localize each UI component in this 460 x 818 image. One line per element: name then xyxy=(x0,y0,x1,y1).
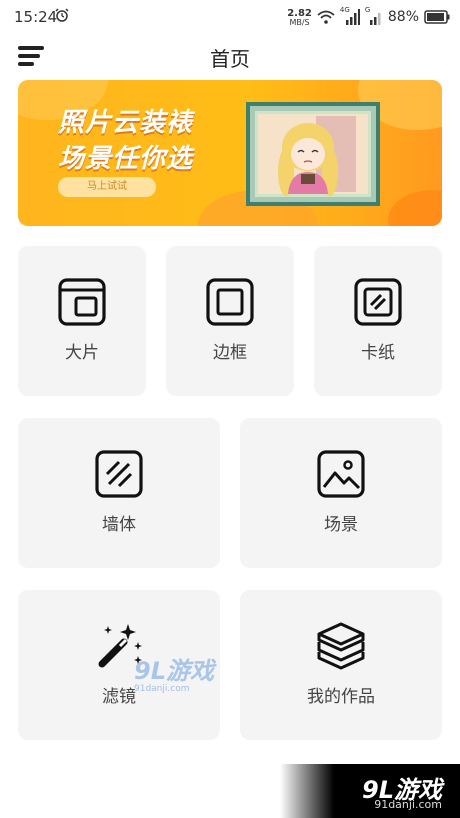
alarm-icon xyxy=(55,8,69,22)
battery-icon xyxy=(424,10,450,24)
page-title: 首页 xyxy=(210,47,250,71)
banner-cta-button[interactable]: 马上试试 xyxy=(58,177,156,197)
banner-headline-1: 照片云装裱 xyxy=(58,108,194,138)
promo-banner[interactable]: 照片云装裱 场景任你选 马上试试 xyxy=(18,80,442,226)
watermark-corner: 9L游戏 91danji.com xyxy=(280,764,460,818)
scene-image-icon xyxy=(317,450,365,498)
feature-label-border: 边框 xyxy=(213,343,247,363)
feature-label-myworks: 我的作品 xyxy=(307,687,375,707)
card-paper-icon xyxy=(354,278,402,326)
feature-card-myworks[interactable]: 我的作品 xyxy=(240,590,442,740)
feature-label-photo: 大片 xyxy=(65,343,99,363)
watermark-center: 9L游戏 91danji.com xyxy=(134,658,230,698)
feature-label-cardpaper: 卡纸 xyxy=(361,343,395,363)
signal-g: G xyxy=(365,6,383,25)
feature-card-cardpaper[interactable]: 卡纸 xyxy=(314,246,442,396)
status-bar: 15:24 2.82 MB/S 4G G 88% xyxy=(0,0,460,34)
signal-4g: 4G xyxy=(340,6,360,25)
feature-card-wall[interactable]: 墙体 xyxy=(18,418,220,568)
feature-label-wall: 墙体 xyxy=(102,515,136,535)
feature-label-scene: 场景 xyxy=(324,515,358,535)
framed-illustration-icon xyxy=(246,102,380,206)
watermark-center-logo: 9L游戏 xyxy=(134,657,214,685)
signal-bars-2-icon xyxy=(369,13,381,25)
network-speed-value: 2.82 xyxy=(287,7,312,19)
app-header: 首页 xyxy=(0,34,460,78)
watermark-center-url: 91danji.com xyxy=(134,684,190,694)
battery-percent: 88% xyxy=(387,9,419,25)
network-speed-unit: MB/S xyxy=(289,17,310,27)
feature-card-border[interactable]: 边框 xyxy=(166,246,294,396)
layers-icon xyxy=(317,622,365,670)
wifi-icon xyxy=(317,10,335,24)
border-frame-icon xyxy=(206,278,254,326)
feature-card-photo[interactable]: 大片 xyxy=(18,246,146,396)
banner-headline-2: 场景任你选 xyxy=(58,144,194,174)
signal-bars-icon xyxy=(345,9,360,25)
feature-card-scene[interactable]: 场景 xyxy=(240,418,442,568)
watermark-corner-url: 91danji.com xyxy=(374,798,442,811)
photo-frame-icon xyxy=(58,278,106,326)
network-speed: 2.82 MB/S xyxy=(287,8,312,27)
status-indicators: 2.82 MB/S 4G G 88% xyxy=(287,6,450,28)
status-time: 15:24 xyxy=(14,8,58,26)
wall-icon xyxy=(95,450,143,498)
